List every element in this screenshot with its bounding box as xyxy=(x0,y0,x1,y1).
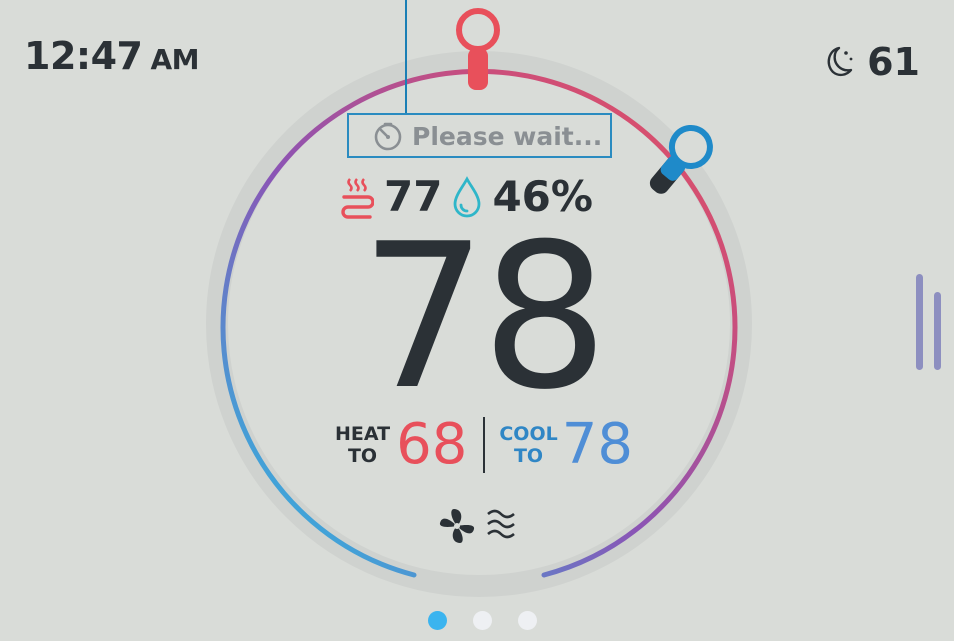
fan-control[interactable] xyxy=(436,505,518,547)
current-temperature: 78 xyxy=(360,201,609,434)
page-dot-1[interactable] xyxy=(428,611,447,630)
cool-setpoint-value[interactable]: 78 xyxy=(562,412,633,477)
cool-label-bottom: TO xyxy=(513,444,544,467)
thermostat-screen: 12:47 AM 61 Please wait... 77 46% 78 HEA… xyxy=(0,0,954,641)
setpoints[interactable]: HEAT TO 68 COOL TO 78 xyxy=(335,412,633,477)
page-indicator xyxy=(428,611,537,630)
cool-label-top: COOL xyxy=(499,422,558,445)
status-text: Please wait... xyxy=(412,121,603,151)
timer-icon xyxy=(374,122,402,151)
page-dot-3[interactable] xyxy=(518,611,537,630)
side-drawer-handle[interactable] xyxy=(914,270,944,372)
heat-label-top: HEAT xyxy=(335,422,391,445)
airflow-icon xyxy=(487,509,515,539)
setpoint-divider xyxy=(483,416,486,473)
heat-to-label: HEAT TO xyxy=(335,423,390,467)
status-message: Please wait... xyxy=(372,120,602,152)
cool-to-label: COOL TO xyxy=(499,423,557,467)
heat-setpoint-value[interactable]: 68 xyxy=(396,412,467,477)
fan-icon xyxy=(439,509,475,543)
heat-label-bottom: TO xyxy=(347,444,378,467)
annotation-line xyxy=(405,0,407,114)
heat-setpoint-handle[interactable] xyxy=(456,8,500,90)
page-dot-2[interactable] xyxy=(473,611,492,630)
